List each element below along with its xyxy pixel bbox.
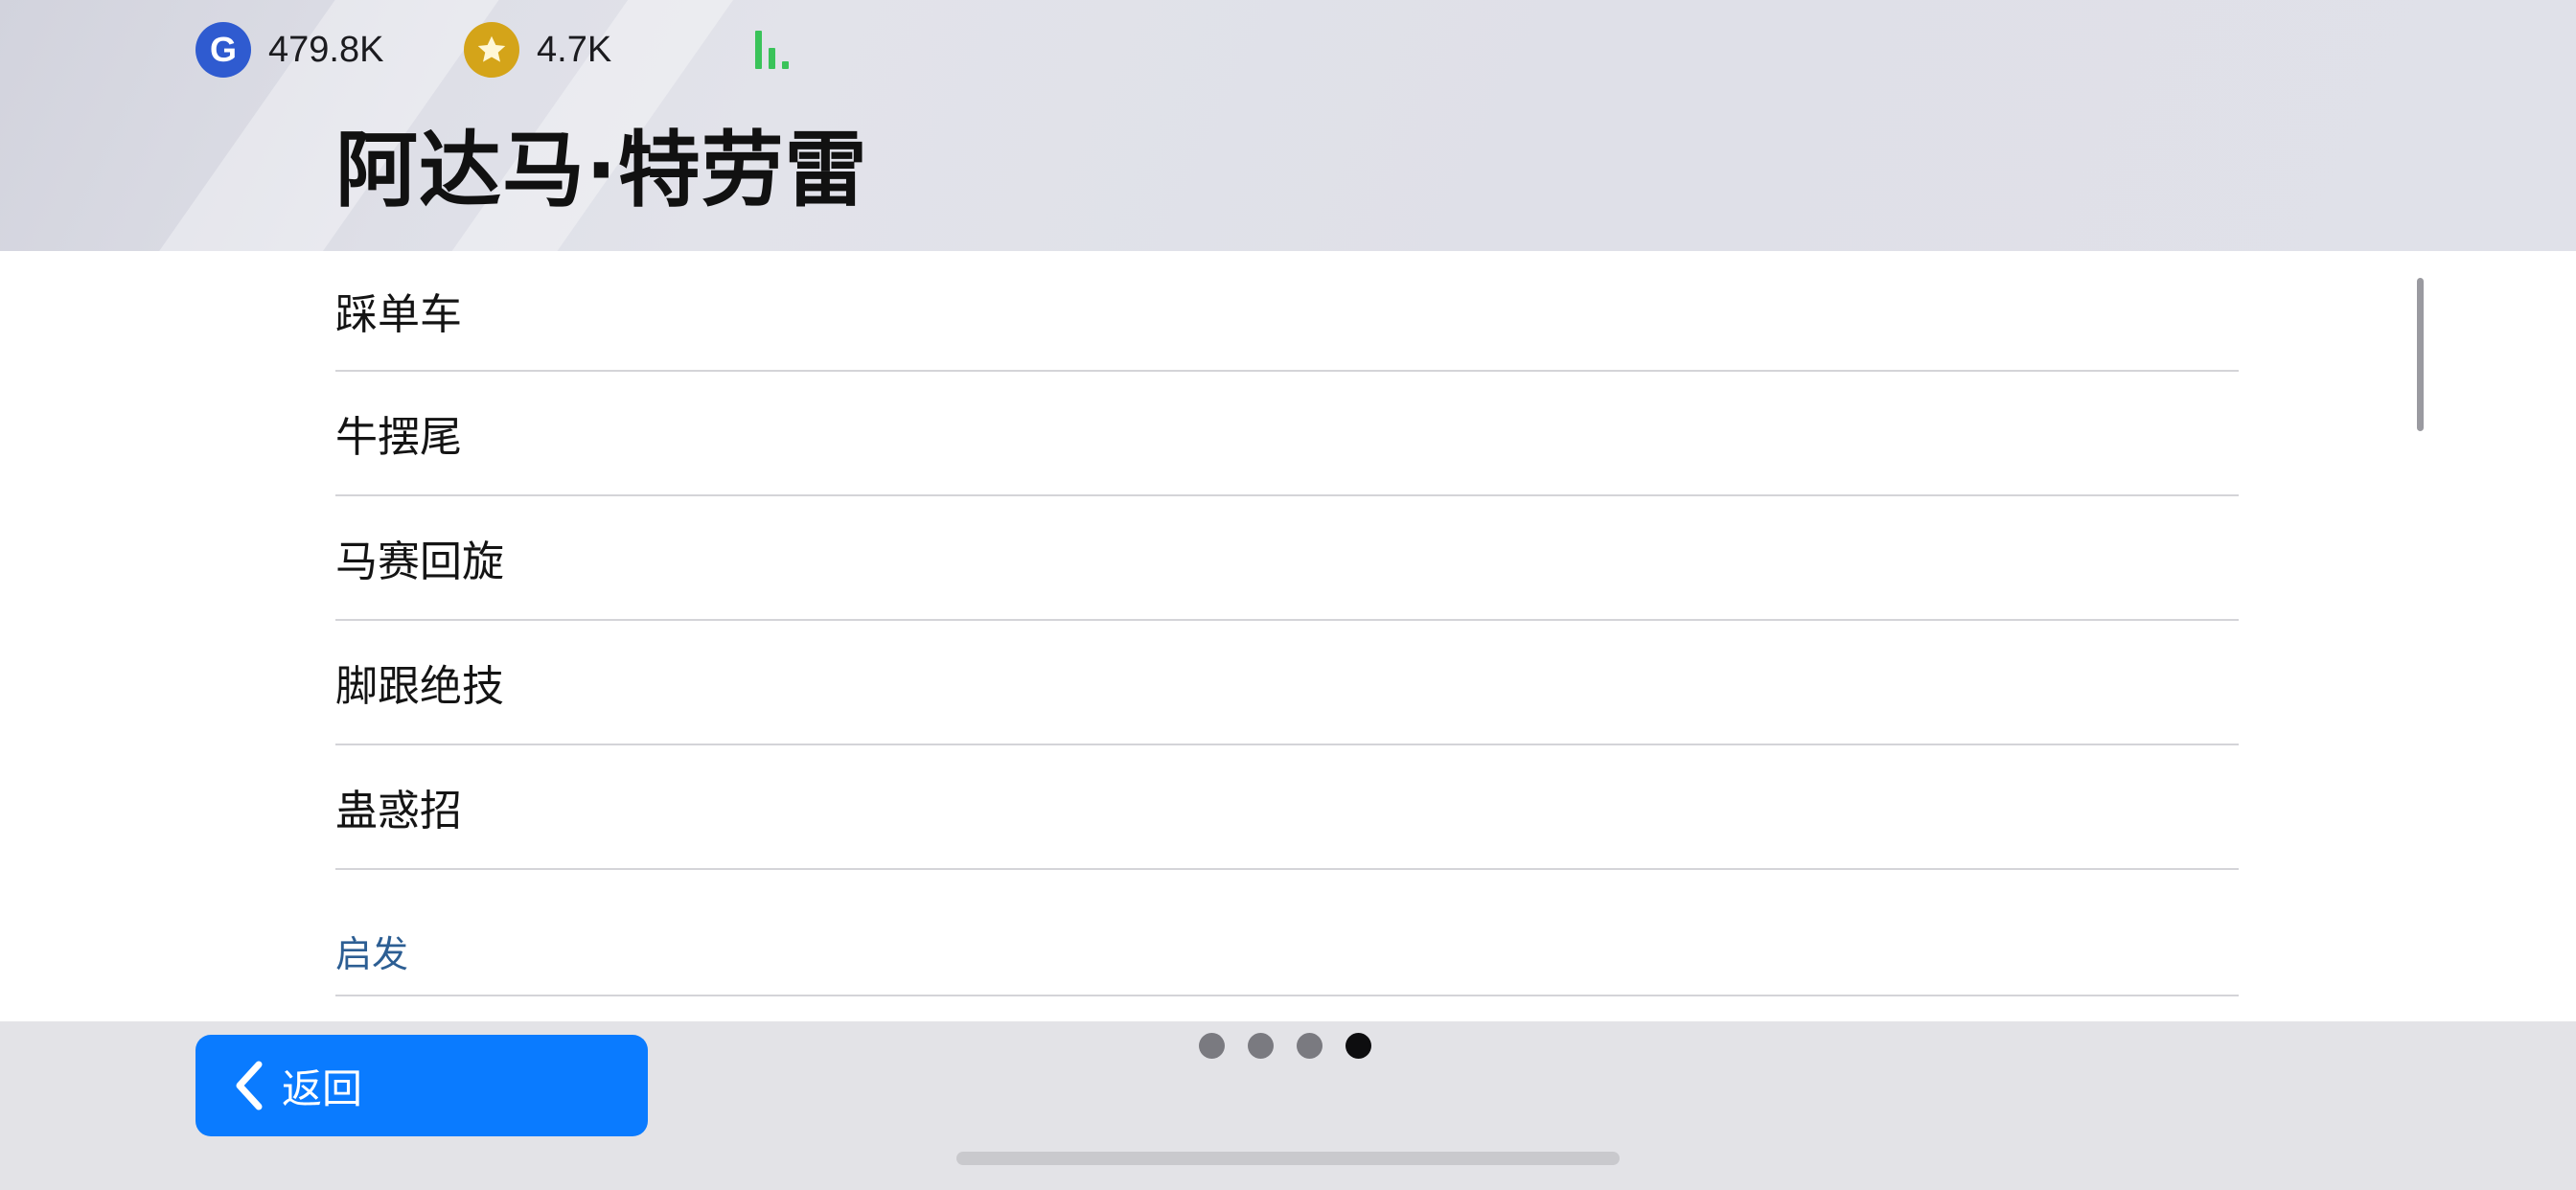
footer: 返回: [0, 1021, 2576, 1190]
chevron-left-icon: [236, 1061, 263, 1110]
currency-star-value: 4.7K: [537, 29, 612, 70]
page-title: 阿达马·特劳雷: [335, 123, 868, 218]
page-dot-active[interactable]: [1346, 1033, 1371, 1059]
back-button[interactable]: 返回: [196, 1035, 648, 1136]
list-item[interactable]: 牛摆尾: [335, 372, 2239, 496]
home-indicator[interactable]: [956, 1152, 1620, 1165]
skill-label: 踩单车: [335, 290, 462, 339]
back-button-label: 返回: [282, 1064, 363, 1112]
skill-list: 踩单车 牛摆尾 马赛回旋 脚跟绝技 蛊惑招 启发: [335, 251, 2239, 996]
currency-star: 4.7K: [464, 21, 611, 79]
section-label: 启发: [335, 933, 409, 975]
currency-g: G 479.8K: [196, 21, 383, 79]
header: G 479.8K 4.7K 阿达马·特劳雷: [0, 0, 2576, 251]
list-item[interactable]: 蛊惑招: [335, 745, 2239, 870]
g-coin-icon: G: [196, 22, 251, 78]
page-indicator: [1199, 1033, 1371, 1059]
skill-label: 马赛回旋: [335, 538, 504, 586]
list-item[interactable]: 马赛回旋: [335, 496, 2239, 621]
list-item[interactable]: 踩单车: [335, 251, 2239, 372]
skill-label: 脚跟绝技: [335, 662, 504, 711]
skill-label: 牛摆尾: [335, 413, 462, 462]
currency-g-value: 479.8K: [268, 29, 384, 70]
list-item[interactable]: 脚跟绝技: [335, 621, 2239, 745]
page-dot[interactable]: [1199, 1033, 1225, 1059]
skill-label: 蛊惑招: [335, 787, 462, 835]
scrollbar[interactable]: [2417, 278, 2424, 431]
skill-list-panel[interactable]: 踩单车 牛摆尾 马赛回旋 脚跟绝技 蛊惑招 启发: [0, 251, 2576, 1021]
star-coin-icon: [464, 22, 519, 78]
page-dot[interactable]: [1248, 1033, 1274, 1059]
section-header: 启发: [335, 870, 2239, 996]
page-dot[interactable]: [1297, 1033, 1322, 1059]
signal-strength-icon: [753, 29, 797, 69]
app-screen: G 479.8K 4.7K 阿达马·特劳雷 踩单车 牛摆尾 马赛回旋 脚跟绝技 …: [0, 0, 2576, 1190]
